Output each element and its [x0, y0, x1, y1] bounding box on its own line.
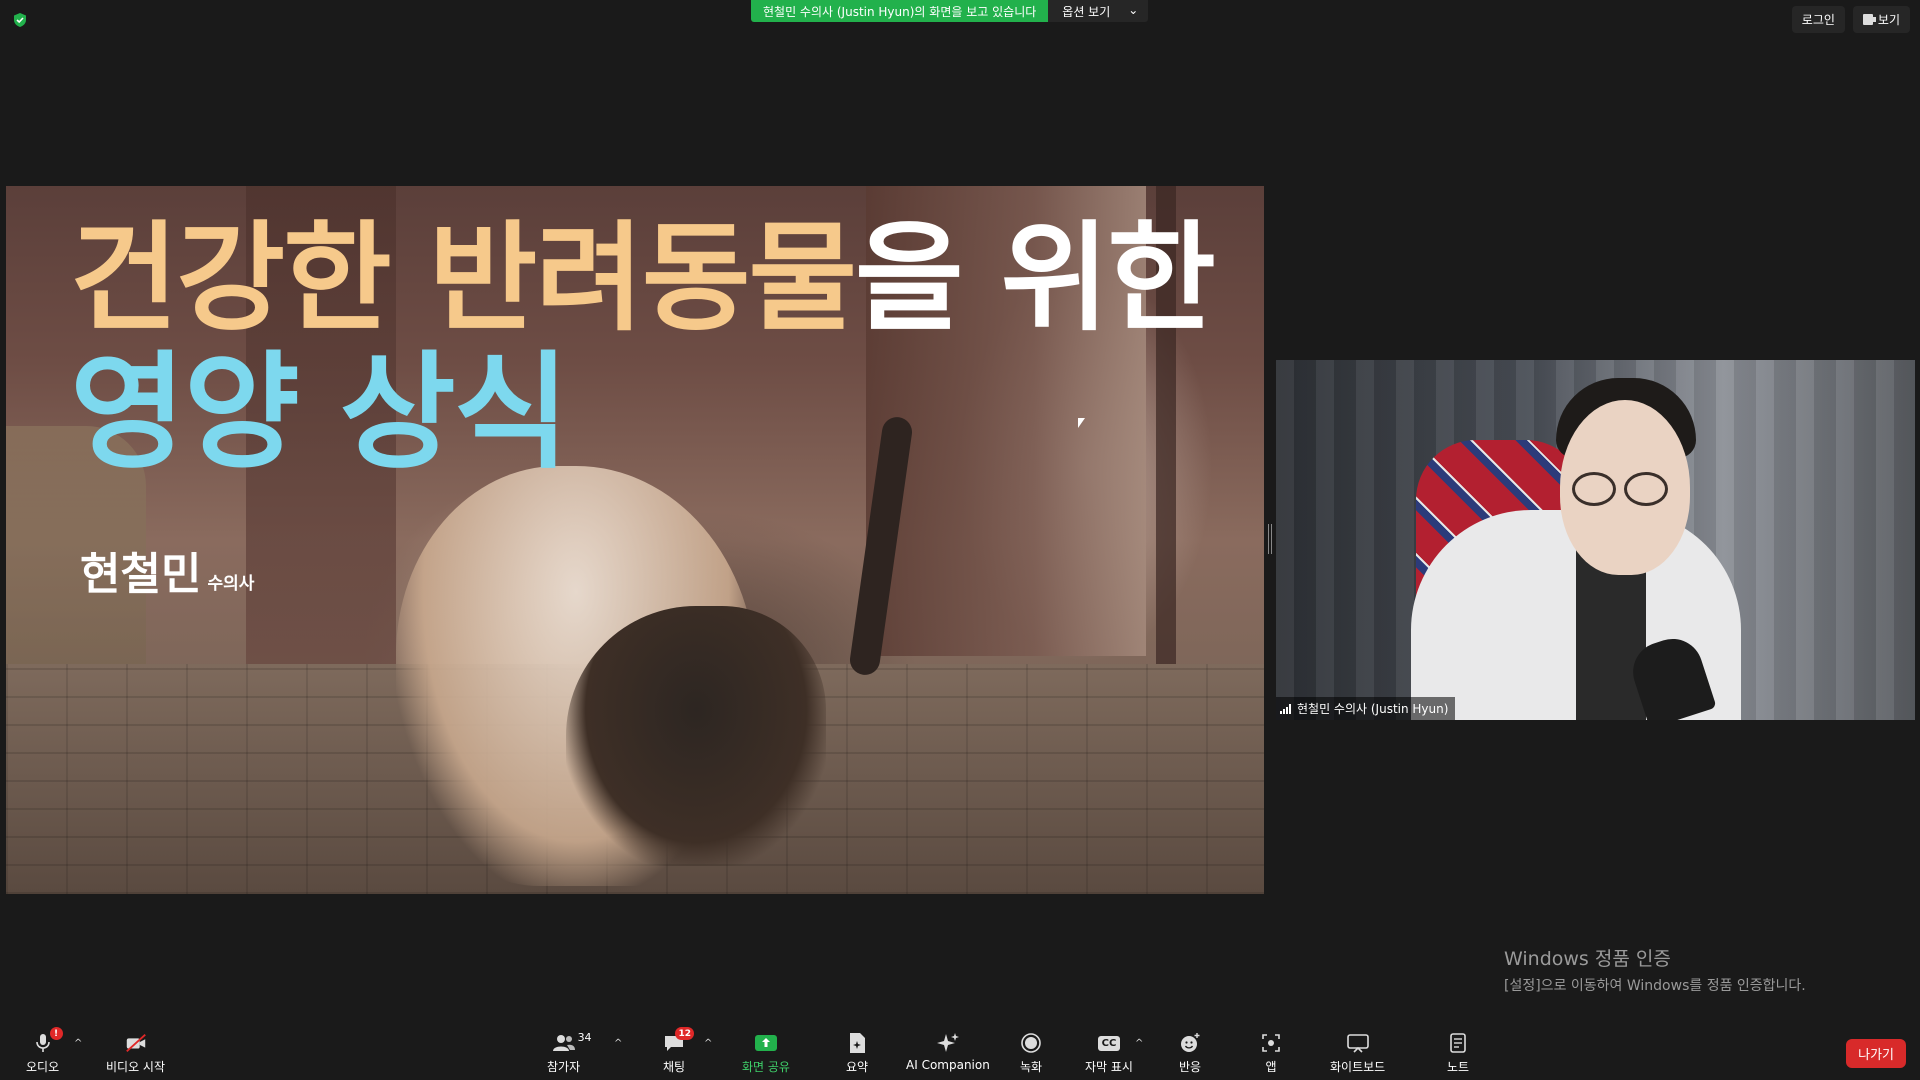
reactions-button[interactable]: 반응: [1178, 1032, 1202, 1075]
participants-count: 34: [577, 1031, 592, 1044]
whiteboard-label: 화이트보드: [1330, 1060, 1386, 1074]
participants-icon: [552, 1035, 575, 1051]
notes-button[interactable]: 노트: [1446, 1032, 1470, 1075]
chat-label: 채팅: [662, 1060, 686, 1074]
view-options-label: 옵션 보기: [1062, 5, 1111, 19]
captions-label: 자막 표시: [1085, 1060, 1133, 1074]
leave-meeting-button[interactable]: 나가기: [1846, 1039, 1906, 1068]
slide-title-line2: 영양 상식: [70, 339, 570, 486]
windows-activation-watermark: Windows 정품 인증 [설정]으로 이동하여 Windows를 정품 인증…: [1504, 944, 1806, 995]
record-label: 녹화: [1019, 1060, 1043, 1074]
participants-options-caret-icon[interactable]: ^: [614, 1038, 622, 1049]
slide-presenter: 현철민 수의사: [80, 538, 254, 602]
share-screen-icon: [754, 1035, 777, 1051]
slide-title-line1: 건강한 반려동물을 위한: [70, 213, 1216, 344]
chevron-down-icon: ⌄: [1128, 3, 1139, 17]
share-screen-label: 화면 공유: [742, 1060, 790, 1074]
whiteboard-button[interactable]: 화이트보드: [1330, 1032, 1385, 1075]
ai-companion-label: AI Companion: [906, 1058, 990, 1072]
ai-companion-button[interactable]: AI Companion: [906, 1032, 990, 1072]
participant-name-tag: 현철민 수의사 (Justin Hyun): [1276, 697, 1456, 720]
slide-title-rest: 을 위한: [855, 209, 1216, 347]
slide-photo-cat: [566, 606, 826, 866]
view-layout-icon: [1862, 14, 1876, 25]
chat-options-caret-icon[interactable]: ^: [704, 1038, 712, 1049]
audio-alert-badge: !: [49, 1027, 63, 1040]
captions-options-caret-icon[interactable]: ^: [1135, 1038, 1143, 1049]
chat-unread-badge: 12: [675, 1027, 694, 1040]
split-view-resize-handle[interactable]: [1268, 524, 1272, 554]
record-button[interactable]: 녹화: [1019, 1032, 1043, 1075]
login-button[interactable]: 로그인: [1791, 6, 1845, 33]
watermark-title: Windows 정품 인증: [1504, 948, 1671, 970]
summary-button[interactable]: 요약: [845, 1032, 869, 1075]
participant-video-tile[interactable]: 현철민 수의사 (Justin Hyun): [1276, 360, 1915, 720]
meeting-controls-toolbar: ! 오디오 ^ 비디오 시작 34 참가자 ^ 12 채팅 ^ 화면 공유 요약…: [0, 1024, 1920, 1080]
slide-presenter-role: 수의사: [207, 574, 255, 594]
summary-document-icon: [850, 1033, 865, 1053]
top-right-controls: 로그인 보기: [1791, 6, 1910, 33]
share-screen-button[interactable]: 화면 공유: [742, 1032, 790, 1075]
apps-label: 앱: [1265, 1060, 1277, 1074]
notes-label: 노트: [1446, 1060, 1470, 1074]
audio-options-caret-icon[interactable]: ^: [74, 1038, 82, 1049]
apps-icon: [1262, 1034, 1280, 1052]
participants-button[interactable]: 34 참가자: [547, 1031, 592, 1075]
mouse-cursor-icon: [1078, 418, 1085, 428]
whiteboard-icon: [1346, 1034, 1369, 1053]
start-video-button[interactable]: 비디오 시작: [106, 1032, 165, 1075]
view-label: 보기: [1877, 13, 1900, 27]
login-label: 로그인: [1801, 13, 1835, 27]
watermark-subtitle: [설정]으로 이동하여 Windows를 정품 인증합니다.: [1504, 978, 1806, 994]
zoom-meeting-window: 현철민 수의사 (Justin Hyun)의 화면을 보고 있습니다 옵션 보기…: [0, 0, 1920, 1080]
audio-button[interactable]: ! 오디오: [26, 1027, 63, 1075]
audio-label: 오디오: [26, 1060, 60, 1074]
reaction-smile-icon: [1181, 1033, 1200, 1052]
summary-label: 요약: [845, 1060, 869, 1074]
video-glasses-left: [1572, 472, 1616, 506]
share-status-text: 현철민 수의사 (Justin Hyun)의 화면을 보고 있습니다: [751, 0, 1049, 22]
captions-button[interactable]: CC 자막 표시: [1085, 1032, 1133, 1075]
start-video-label: 비디오 시작: [106, 1060, 166, 1074]
participants-label: 참가자: [547, 1060, 581, 1074]
apps-button[interactable]: 앱: [1259, 1032, 1283, 1075]
connection-signal-icon: [1280, 703, 1291, 714]
closed-captions-icon: CC: [1097, 1035, 1121, 1051]
screen-share-banner: 현철민 수의사 (Justin Hyun)의 화면을 보고 있습니다 옵션 보기…: [751, 0, 1149, 22]
ai-sparkle-icon: [936, 1033, 959, 1052]
record-icon: [1021, 1033, 1041, 1053]
video-glasses-right: [1624, 472, 1668, 506]
slide-title-accent: 건강한 반려동물: [70, 209, 857, 347]
reactions-label: 반응: [1178, 1060, 1202, 1074]
shared-screen-slide[interactable]: 건강한 반려동물을 위한 영양 상식 현철민 수의사: [6, 186, 1264, 894]
video-off-icon: [125, 1034, 146, 1052]
participant-name: 현철민 수의사 (Justin Hyun): [1297, 702, 1449, 716]
view-options-dropdown[interactable]: 옵션 보기 ⌄: [1048, 0, 1149, 22]
notes-icon: [1450, 1033, 1466, 1053]
security-shield-icon[interactable]: [12, 12, 28, 28]
view-button[interactable]: 보기: [1852, 6, 1910, 33]
slide-presenter-name: 현철민: [80, 549, 202, 600]
chat-button[interactable]: 12 채팅: [662, 1027, 694, 1075]
